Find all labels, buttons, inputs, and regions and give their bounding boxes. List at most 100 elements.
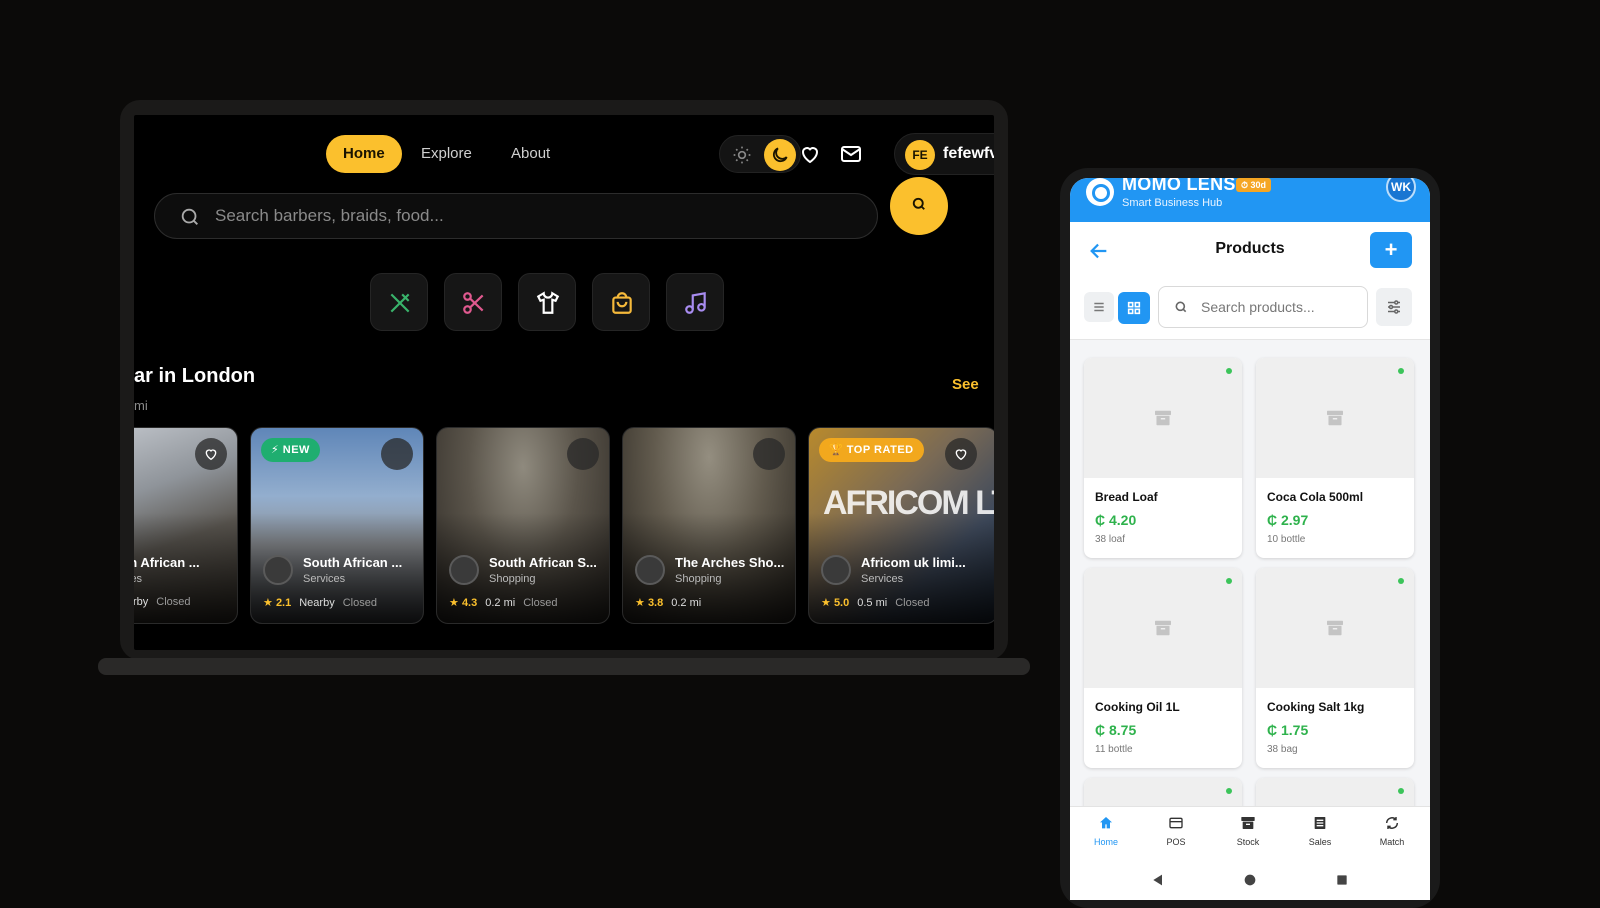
box-icon [1327, 620, 1343, 636]
category-food-button[interactable] [370, 273, 428, 331]
app-subtitle: Smart Business Hub [1122, 197, 1223, 209]
card-name: South African ... [303, 555, 403, 570]
card-category: Services [861, 573, 904, 585]
card-meta: ★ 4.3 0.2 mi Closed [449, 596, 557, 609]
back-triangle-icon[interactable] [1150, 872, 1166, 888]
home-circle-icon[interactable] [1242, 872, 1258, 888]
list-view-button[interactable] [1084, 292, 1114, 322]
star-icon: ★ [263, 597, 273, 609]
card-distance: Nearby [299, 597, 335, 609]
stock-status-dot [1226, 578, 1232, 584]
card-rating: 5.0 [833, 597, 850, 609]
card-status: Closed [342, 597, 377, 609]
heart-icon [205, 449, 217, 461]
business-card[interactable]: ⚡ NEW South African ... Services ★ 2.1 Ne… [250, 427, 424, 624]
app-logo-icon [1086, 178, 1114, 206]
user-avatar: FE [905, 140, 935, 170]
add-product-button[interactable]: + [1370, 232, 1412, 268]
phone-screen: MOMO LENS ⏱ 30d Smart Business Hub WK Pr… [1070, 178, 1430, 900]
tab-label: POS [1166, 837, 1186, 847]
trial-days: 30d [1250, 180, 1267, 190]
favorite-button[interactable] [567, 438, 599, 470]
system-nav-bar [1070, 862, 1430, 900]
card-icon [1169, 817, 1183, 829]
business-card[interactable]: uth African ... vices rby Closed [134, 427, 238, 624]
new-badge: ⚡ NEW [261, 438, 320, 462]
heart-icon[interactable] [798, 142, 822, 166]
receipt-icon [1314, 817, 1326, 829]
tab-label: Stock [1236, 837, 1260, 847]
product-card[interactable]: Coca Cola 500ml ₵ 2.97 10 bottle [1256, 358, 1414, 558]
stock-status-dot [1398, 578, 1404, 584]
heart-icon [955, 449, 967, 461]
nav-home[interactable]: Home [326, 135, 402, 173]
product-card[interactable]: Bread Loaf ₵ 4.20 38 loaf [1084, 358, 1242, 558]
product-stock: 38 loaf [1095, 534, 1126, 545]
theme-toggle[interactable] [719, 135, 801, 173]
product-card[interactable]: Cooking Salt 1kg ₵ 1.75 38 bag [1256, 568, 1414, 768]
product-image [1256, 568, 1414, 688]
search-button[interactable] [890, 177, 948, 235]
card-meta: ★ 2.1 Nearby Closed [263, 596, 377, 609]
sliders-icon [1388, 300, 1400, 314]
tab-stock[interactable]: Stock [1218, 815, 1278, 847]
nav-explore[interactable]: Explore [421, 135, 472, 173]
app-title: MOMO LENS [1122, 178, 1236, 194]
category-shopping-button[interactable] [592, 273, 650, 331]
search-placeholder: Search barbers, braids, food... [215, 206, 444, 225]
tab-home[interactable]: Home [1076, 815, 1136, 847]
search-field[interactable]: Search barbers, braids, food... [154, 193, 878, 239]
tab-pos[interactable]: POS [1146, 815, 1206, 847]
business-card[interactable]: AFRICOM LTD 🏆 TOP RATED Africom uk limi.… [808, 427, 994, 624]
business-card[interactable]: The Arches Sho... Shopping ★ 3.8 0.2 mi [622, 427, 796, 624]
moon-button[interactable] [764, 139, 796, 171]
business-card[interactable]: South African S... Shopping ★ 4.3 0.2 mi C… [436, 427, 610, 624]
home-icon [1100, 817, 1112, 829]
archive-icon [1241, 817, 1255, 829]
favorite-button[interactable] [753, 438, 785, 470]
category-clothing-button[interactable] [518, 273, 576, 331]
tab-match[interactable]: Match [1362, 815, 1422, 847]
card-distance: 0.5 mi [857, 597, 888, 609]
favorite-button[interactable] [945, 438, 977, 470]
card-category: Services [303, 573, 346, 585]
mail-icon[interactable] [839, 142, 863, 166]
bottom-tab-bar: Home POS Stock Sales Match [1070, 806, 1430, 862]
user-menu[interactable]: FE fefewfv [894, 133, 994, 175]
badge-label: TOP RATED [846, 444, 914, 456]
card-distance: rby [134, 596, 149, 608]
card-status: Closed [156, 596, 191, 608]
product-stock: 11 bottle [1095, 744, 1133, 755]
nav-about[interactable]: About [511, 135, 550, 173]
tab-label: Home [1093, 837, 1118, 847]
card-distance: 0.2 mi [671, 597, 702, 609]
product-stock: 38 bag [1267, 744, 1298, 755]
card-category: Shopping [489, 573, 536, 585]
card-name: The Arches Sho... [675, 555, 785, 570]
favorite-button[interactable] [195, 438, 227, 470]
trial-badge: ⏱ 30d [1236, 178, 1272, 192]
grid-view-button[interactable] [1118, 292, 1150, 324]
sync-icon [1385, 817, 1399, 829]
section-title: ar in London [134, 365, 256, 387]
product-stock: 10 bottle [1267, 534, 1306, 545]
tab-sales[interactable]: Sales [1290, 815, 1350, 847]
see-all-link[interactable]: See [952, 376, 979, 393]
profile-avatar[interactable]: WK [1386, 178, 1416, 202]
stock-status-dot [1398, 368, 1404, 374]
favorite-button[interactable] [381, 438, 413, 470]
sun-icon[interactable] [732, 145, 752, 165]
star-icon: ★ [449, 597, 459, 609]
tshirt-icon [536, 291, 560, 314]
star-icon: ★ [821, 597, 831, 609]
product-card[interactable]: Cooking Oil 1L ₵ 8.75 11 bottle [1084, 568, 1242, 768]
category-music-button[interactable] [666, 273, 724, 331]
product-image [1084, 358, 1242, 478]
product-tools: Search products... [1070, 280, 1430, 340]
filter-button[interactable] [1376, 288, 1412, 326]
card-name: Africom uk limi... [861, 555, 966, 570]
product-search-input[interactable]: Search products... [1158, 286, 1368, 328]
card-status: Closed [523, 597, 558, 609]
recents-square-icon[interactable] [1334, 872, 1350, 888]
category-barber-button[interactable] [444, 273, 502, 331]
